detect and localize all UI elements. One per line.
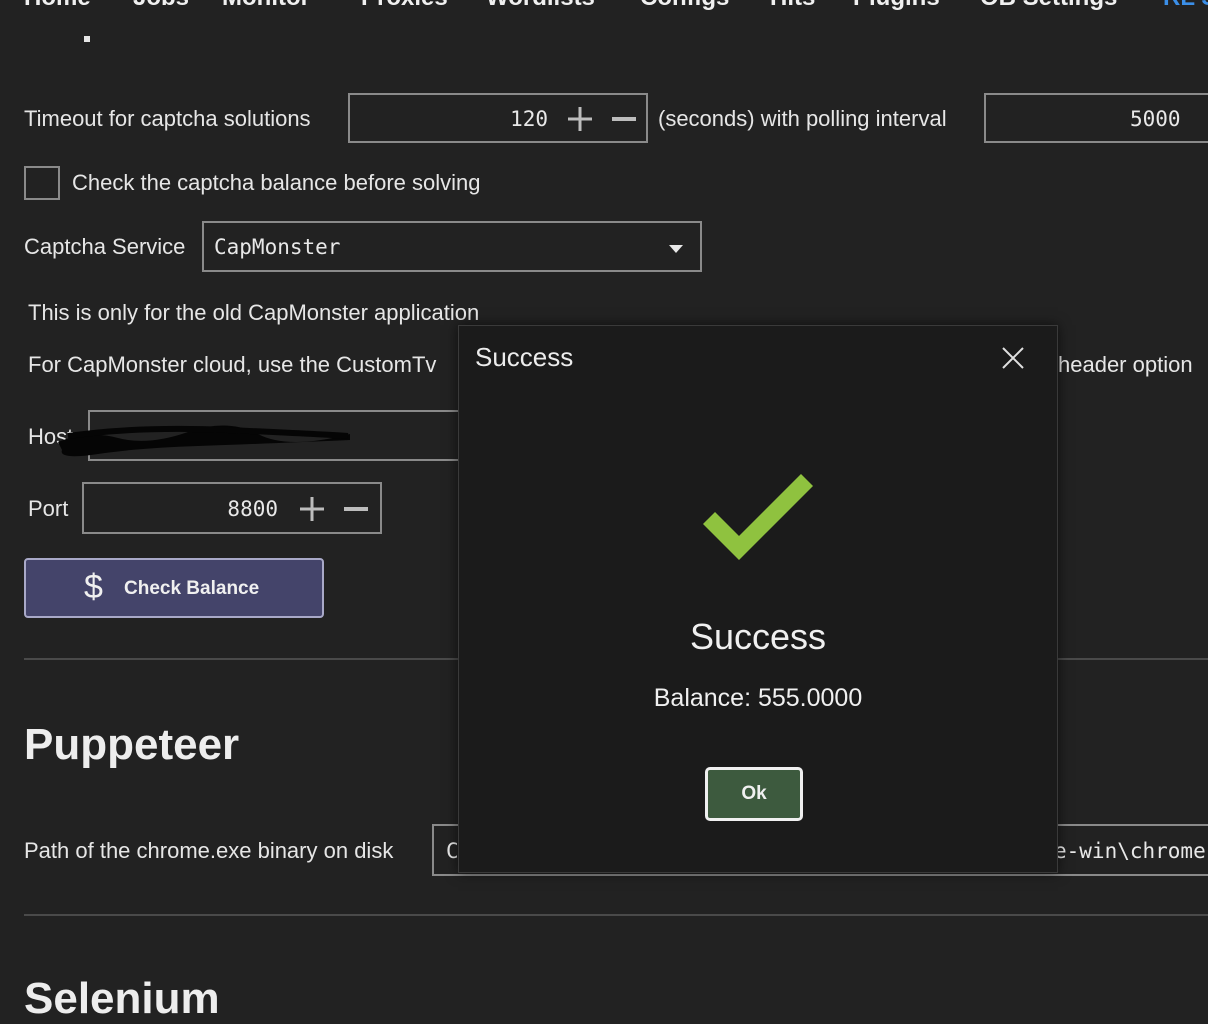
nav-plugins[interactable]: Plugins (853, 0, 940, 12)
nav-configs[interactable]: Configs (640, 0, 729, 12)
plus-icon[interactable] (298, 495, 326, 523)
nav-ob-settings[interactable]: OB Settings (980, 0, 1117, 12)
ok-button[interactable]: Ok (705, 767, 803, 821)
nav-jobs[interactable]: Jobs (133, 0, 189, 12)
service-label: Captcha Service (24, 234, 186, 259)
check-balance-label: Check the captcha balance before solving (72, 170, 481, 195)
dollar-icon: $ (84, 568, 103, 606)
nav-indicator (84, 36, 90, 42)
chevron-down-icon (668, 241, 684, 259)
check-balance-checkbox[interactable] (24, 166, 60, 200)
puppeteer-heading: Puppeteer (24, 720, 240, 769)
close-icon[interactable] (1001, 346, 1025, 370)
redaction-scribble (58, 425, 350, 457)
nav-rl-settings[interactable]: RL S (1163, 0, 1208, 12)
timeout-label: Timeout for captcha solutions (24, 106, 311, 131)
info-line-1: This is only for the old CapMonster appl… (28, 300, 480, 325)
timeout-value[interactable]: 120 (510, 107, 548, 131)
chrome-path-end: e-win\chrome (1054, 839, 1206, 863)
dialog-heading: Success (689, 616, 827, 657)
service-value: CapMonster (214, 235, 341, 259)
minus-icon[interactable] (342, 495, 370, 523)
check-balance-button[interactable]: $ Check Balance (24, 558, 324, 618)
divider (24, 914, 1208, 916)
dialog-message: Balance: 555.0000 (653, 684, 863, 712)
selenium-heading: Selenium (24, 974, 220, 1023)
polling-label: (seconds) with polling interval (658, 106, 947, 131)
checkmark-icon (702, 473, 814, 569)
dialog-title: Success (475, 342, 574, 372)
minus-icon[interactable] (610, 105, 638, 133)
polling-stepper[interactable]: 5000 (984, 93, 1208, 143)
nav-home[interactable]: Home (24, 0, 91, 12)
service-select[interactable]: CapMonster (202, 221, 702, 272)
port-value[interactable]: 8800 (227, 497, 278, 521)
port-label: Port (28, 496, 69, 521)
top-nav: Home Jobs Monitor Proxies Wordlists Conf… (0, 0, 1208, 24)
check-balance-button-label: Check Balance (124, 578, 260, 599)
nav-proxies[interactable]: Proxies (361, 0, 448, 12)
plus-icon[interactable] (566, 105, 594, 133)
port-stepper[interactable]: 8800 (82, 482, 382, 534)
nav-monitor[interactable]: Monitor (222, 0, 310, 12)
nav-hits[interactable]: Hits (770, 0, 815, 12)
info-line-2-end: header option (1058, 352, 1193, 377)
chrome-path-label: Path of the chrome.exe binary on disk (24, 838, 394, 863)
polling-value[interactable]: 5000 (1130, 107, 1181, 131)
info-line-2: For CapMonster cloud, use the CustomTv (28, 352, 437, 377)
nav-wordlists[interactable]: Wordlists (486, 0, 595, 12)
success-dialog: Success Success Balance: 555.0000 Ok (458, 325, 1058, 873)
chrome-path-start: C (446, 839, 459, 863)
timeout-stepper[interactable]: 120 (348, 93, 648, 143)
